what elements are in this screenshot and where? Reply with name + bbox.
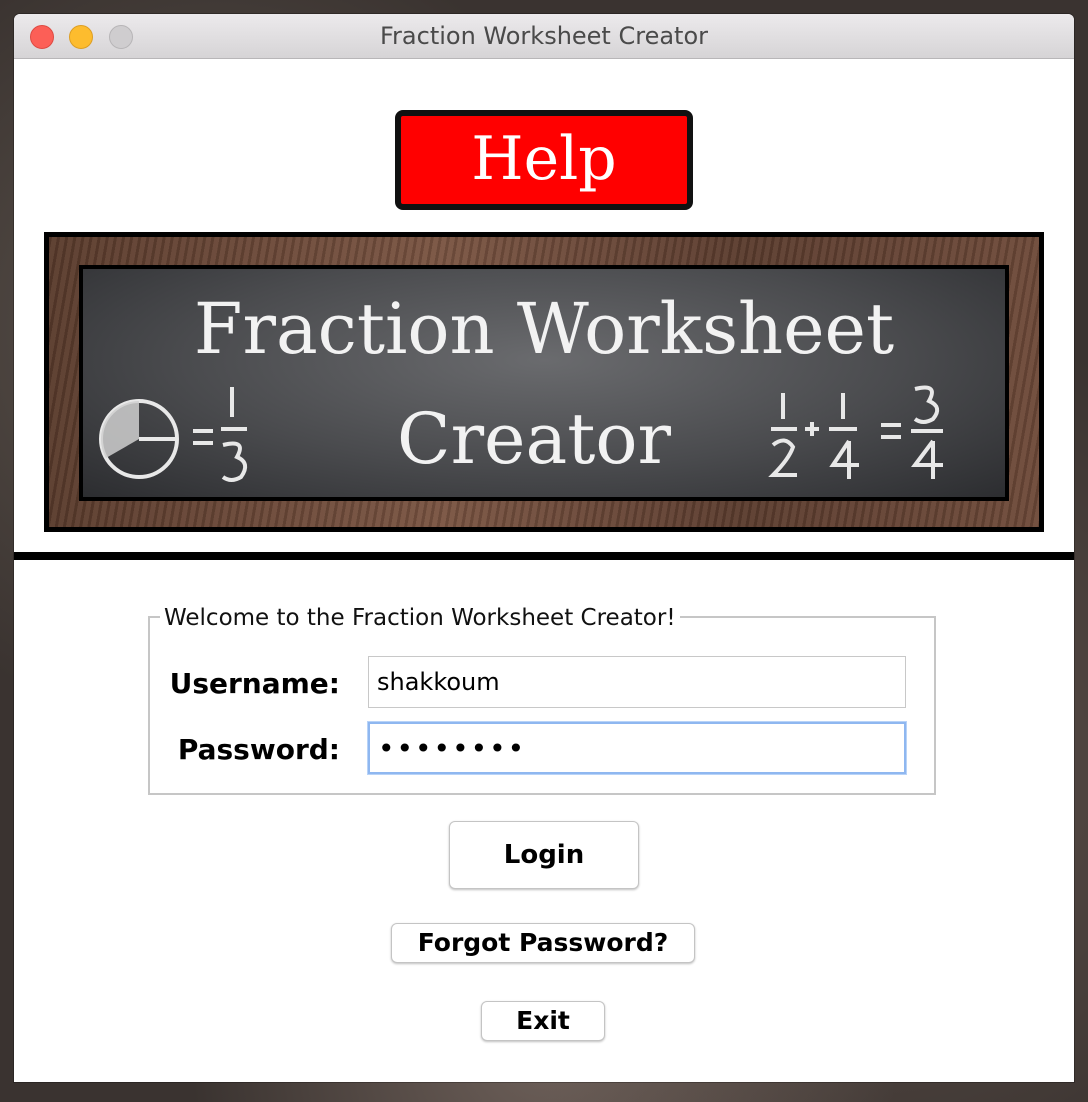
section-divider <box>14 552 1074 560</box>
help-button[interactable]: Help <box>395 110 693 210</box>
login-group-box: Welcome to the Fraction Worksheet Creato… <box>148 604 936 795</box>
password-field[interactable] <box>368 722 906 774</box>
login-group-title: Welcome to the Fraction Worksheet Creato… <box>160 604 680 632</box>
pie-fraction-drawing <box>99 387 248 482</box>
exit-button[interactable]: Exit <box>481 1001 605 1041</box>
banner-image: Fraction Worksheet Creator <box>44 232 1044 532</box>
username-label: Username: <box>169 667 340 700</box>
title-bar[interactable]: Fraction Worksheet Creator <box>14 14 1074 59</box>
banner-title-line1: Fraction Worksheet <box>193 288 895 370</box>
fraction-equation-drawing <box>768 385 943 479</box>
username-field[interactable] <box>368 656 906 708</box>
password-label: Password: <box>177 733 340 766</box>
login-button[interactable]: Login <box>449 821 639 889</box>
chalkboard: Fraction Worksheet Creator <box>79 265 1009 501</box>
window-title: Fraction Worksheet Creator <box>379 22 709 50</box>
app-window: Fraction Worksheet Creator Help Fraction… <box>14 14 1074 1082</box>
forgot-password-button[interactable]: Forgot Password? <box>391 923 695 963</box>
